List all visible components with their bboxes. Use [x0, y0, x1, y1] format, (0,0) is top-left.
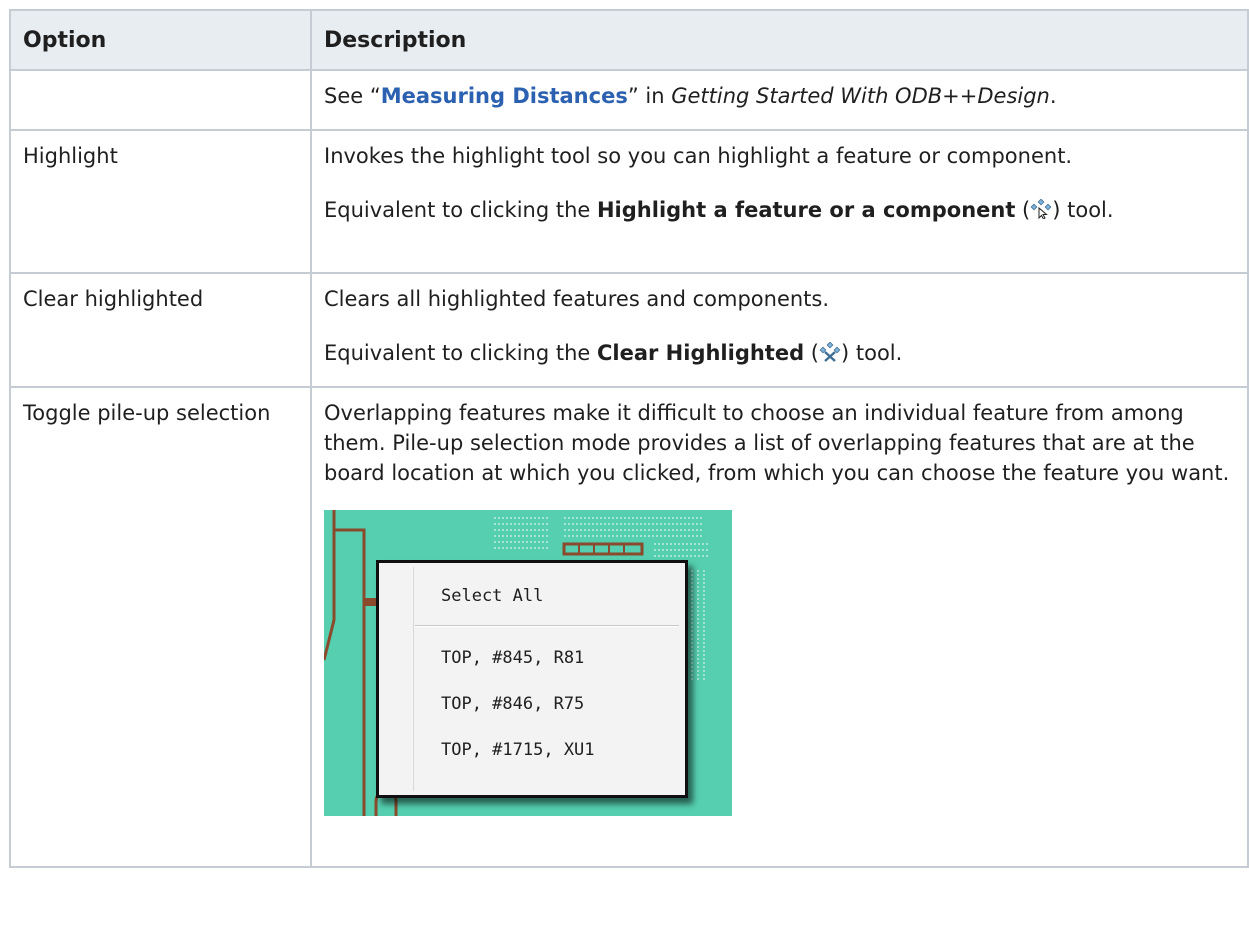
option-cell: Clear highlighted — [9, 272, 312, 388]
menu-item-feature: TOP, #845, R81 — [441, 648, 585, 668]
equivalent-text: Equivalent to clicking the Clear Highlig… — [324, 338, 1235, 368]
text-span: Equivalent to clicking the — [324, 341, 597, 365]
description-cell: Clears all highlighted features and comp… — [310, 272, 1249, 388]
text-span: See “ — [324, 84, 381, 108]
equivalent-text: Equivalent to clicking the Highlight a f… — [324, 195, 1235, 225]
pileup-screenshot: Select All TOP, #845, R81 TOP, #846, R75… — [324, 510, 732, 816]
pileup-context-menu: Select All TOP, #845, R81 TOP, #846, R75… — [376, 560, 688, 798]
header-description: Description — [310, 9, 1249, 71]
header-option: Option — [9, 9, 312, 71]
table-row: Highlight Invokes the highlight tool so … — [9, 129, 1249, 274]
options-table: Option Description See “Measuring Distan… — [9, 9, 1249, 868]
option-cell: Highlight — [9, 129, 312, 274]
table-row: See “Measuring Distances” in Getting Sta… — [9, 69, 1249, 131]
menu-item-feature: TOP, #846, R75 — [441, 694, 585, 714]
table-row: Clear highlighted Clears all highlighted… — [9, 272, 1249, 388]
option-cell — [9, 69, 312, 131]
description-text: Invokes the highlight tool so you can hi… — [324, 144, 1073, 168]
text-span: . — [1049, 84, 1057, 108]
option-cell: Toggle pile-up selection — [9, 386, 312, 868]
menu-item-select-all: Select All — [441, 586, 544, 606]
text-span: ( — [1015, 198, 1031, 222]
text-span: ) tool. — [841, 341, 903, 365]
tool-name: Highlight a feature or a component — [596, 198, 1016, 222]
description-cell: Overlapping features make it difficult t… — [310, 386, 1249, 868]
description-text: Overlapping features make it difficult t… — [324, 401, 1230, 485]
description-text: Clears all highlighted features and comp… — [324, 287, 830, 311]
header-row: Option Description — [9, 9, 1249, 71]
highlight-feature-icon — [1030, 197, 1052, 220]
menu-item-feature: TOP, #1715, XU1 — [441, 740, 595, 760]
menu-separator — [415, 625, 679, 627]
table-row: Toggle pile-up selection Overlapping fea… — [9, 386, 1249, 868]
clear-highlighted-icon — [819, 340, 841, 362]
text-span: ” in — [627, 84, 672, 108]
tool-name: Clear Highlighted — [596, 341, 805, 365]
text-span: Equivalent to clicking the — [324, 198, 597, 222]
text-span: ) tool. — [1052, 198, 1114, 222]
text-span: ( — [804, 341, 819, 365]
menu-gutter — [413, 567, 414, 791]
description-cell: Invokes the highlight tool so you can hi… — [310, 129, 1249, 274]
measuring-distances-link[interactable]: Measuring Distances — [381, 84, 628, 108]
description-cell: See “Measuring Distances” in Getting Sta… — [310, 69, 1249, 131]
book-title: Getting Started With ODB++Design — [671, 84, 1050, 108]
